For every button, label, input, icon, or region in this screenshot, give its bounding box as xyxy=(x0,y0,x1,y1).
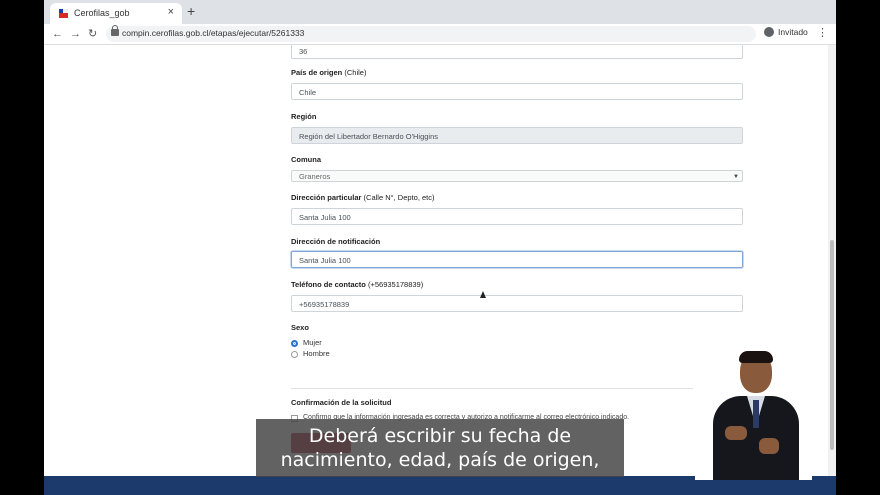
origin-input[interactable]: Chile xyxy=(291,83,743,100)
scrollbar-thumb[interactable] xyxy=(830,240,834,450)
interpreter-left-hand xyxy=(725,426,747,440)
chile-flag-icon xyxy=(59,9,68,18)
interpreter-tie xyxy=(753,400,759,428)
interpreter-hair xyxy=(739,351,773,363)
sex-label: Sexo xyxy=(291,323,309,332)
notify-input[interactable]: Santa Julia 100 xyxy=(291,251,743,268)
close-tab-icon[interactable]: × xyxy=(168,6,174,18)
address-input[interactable]: Santa Julia 100 xyxy=(291,208,743,225)
url-text: compin.cerofilas.gob.cl/etapas/ejecutar/… xyxy=(122,28,305,38)
comuna-value: Graneros xyxy=(299,172,331,181)
tab-strip: Cerofilas_gob × + xyxy=(44,0,836,24)
mouse-cursor-icon xyxy=(480,291,486,298)
lock-icon xyxy=(111,25,119,36)
video-caption: Deberá escribir su fecha de nacimiento, … xyxy=(256,419,624,477)
radio-hombre[interactable] xyxy=(291,351,298,358)
chevron-down-icon: ▼ xyxy=(733,174,739,180)
radio-hombre-label: Hombre xyxy=(303,349,330,358)
radio-mujer[interactable] xyxy=(291,340,298,347)
profile-avatar-icon xyxy=(764,27,774,37)
back-icon[interactable]: ← xyxy=(52,26,63,42)
profile-button[interactable]: Invitado xyxy=(764,27,808,37)
age-input[interactable]: 36 xyxy=(291,45,743,59)
tab-title: Cerofilas_gob xyxy=(74,8,130,18)
browser-toolbar: ← → ↻ compin.cerofilas.gob.cl/etapas/eje… xyxy=(44,24,836,45)
caption-line-1: Deberá escribir su fecha de xyxy=(308,425,572,447)
radio-mujer-label: Mujer xyxy=(303,338,322,347)
origin-label: País de origen (Chile) xyxy=(291,68,367,77)
notify-label: Dirección de notificación xyxy=(291,237,381,246)
address-bar[interactable]: compin.cerofilas.gob.cl/etapas/ejecutar/… xyxy=(106,25,756,42)
confirm-title: Confirmación de la solicitud xyxy=(291,398,392,407)
region-label: Región xyxy=(291,112,317,121)
region-input: Región del Libertador Bernardo O'Higgins xyxy=(291,127,743,144)
phone-label: Teléfono de contacto (+56935178839) xyxy=(291,280,424,289)
new-tab-button[interactable]: + xyxy=(187,4,195,18)
interpreter-right-hand xyxy=(759,438,779,454)
divider xyxy=(291,388,693,389)
reload-icon[interactable]: ↻ xyxy=(88,26,97,42)
profile-label: Invitado xyxy=(778,27,808,37)
sign-language-interpreter xyxy=(695,348,812,480)
browser-menu-icon[interactable]: ⋮ xyxy=(817,26,828,39)
address-label: Dirección particular (Calle N°, Depto, e… xyxy=(291,193,435,202)
phone-input[interactable]: +56935178839 xyxy=(291,295,743,312)
browser-tab[interactable]: Cerofilas_gob × xyxy=(50,3,182,24)
comuna-select[interactable]: Graneros ▼ xyxy=(291,170,743,182)
caption-line-2: nacimiento, edad, país de origen, xyxy=(280,449,600,471)
comuna-label: Comuna xyxy=(291,155,321,164)
forward-icon[interactable]: → xyxy=(70,26,81,42)
